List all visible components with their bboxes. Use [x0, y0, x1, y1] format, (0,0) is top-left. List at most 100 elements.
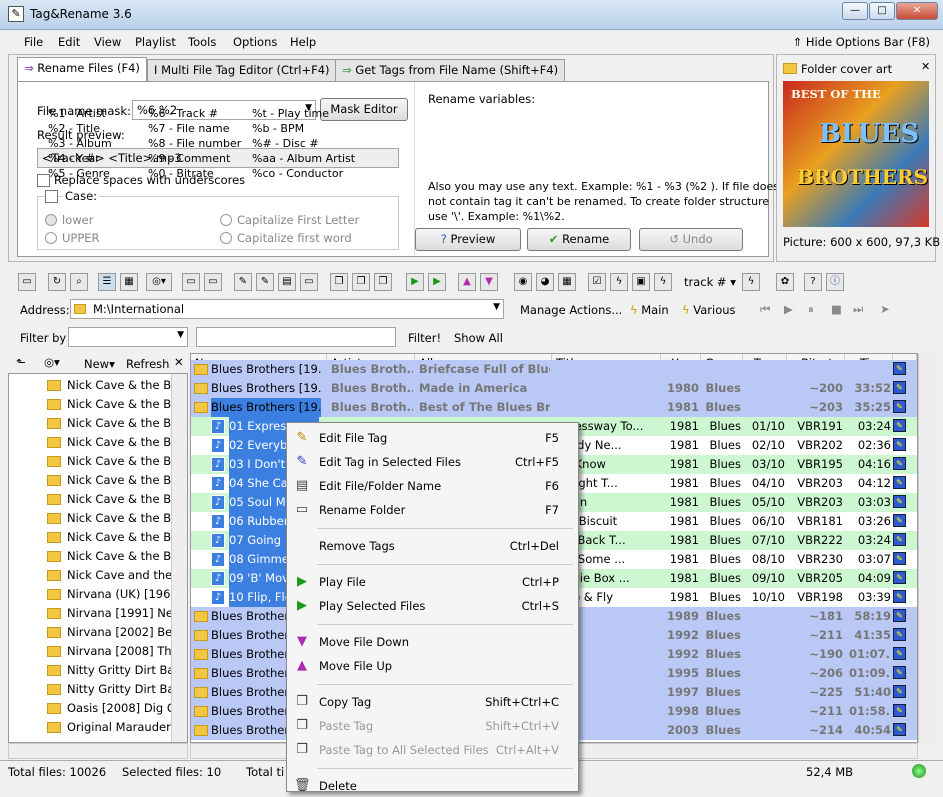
maximize-button[interactable]: □ [869, 2, 895, 20]
context-menu-item[interactable]: ✎ Edit File Tag F5 [288, 427, 577, 449]
menu-tools[interactable]: Tools [188, 35, 216, 49]
tab-rename-files[interactable]: ⇒ Rename Files (F4) [17, 57, 147, 81]
close-icon[interactable]: ✕ [921, 60, 930, 73]
close-icon[interactable]: ✕ [174, 355, 184, 369]
tree-folder-item[interactable]: Oasis [2008] Dig Ou [67, 701, 171, 720]
context-menu-item[interactable]: ✎ Edit Tag in Selected Files Ctrl+F5 [288, 451, 577, 473]
calculator-icon[interactable]: ▦ [558, 273, 576, 291]
new-folder-icon[interactable]: ▭ [204, 273, 222, 291]
context-menu-item[interactable]: ▭ Rename Folder F7 [288, 499, 577, 521]
show-all-button[interactable]: Show All [454, 331, 503, 345]
refresh-icon[interactable]: ↻ [48, 273, 66, 291]
new-button[interactable]: New▾ [84, 357, 115, 371]
close-button[interactable]: ✕ [896, 2, 938, 20]
help-icon[interactable]: ? [804, 273, 822, 291]
menu-options[interactable]: Options [233, 35, 277, 49]
next-track-icon[interactable]: ⏭ [853, 302, 863, 317]
stop-icon[interactable]: ■ [831, 302, 842, 316]
open-folder-icon[interactable]: ▭ [18, 273, 36, 291]
play-icon[interactable]: ▶ [784, 302, 793, 316]
various-action-button[interactable]: ϟ Various [682, 303, 736, 317]
paste-all-icon[interactable]: ❐ [374, 273, 392, 291]
track-sort-dropdown[interactable]: track # ▾ [684, 275, 736, 289]
details-view-icon[interactable]: ☰ [98, 273, 116, 291]
cd-icon[interactable]: ◉ [514, 273, 532, 291]
pie-icon[interactable]: ◕ [536, 273, 554, 291]
context-menu-item[interactable]: ❐ Copy Tag Shift+Ctrl+C [288, 691, 577, 713]
context-menu-item[interactable]: 🗑 Delete [288, 775, 577, 797]
case-checkbox[interactable] [45, 190, 58, 203]
tree-folder-item[interactable]: Nick Cave & the Ba [67, 530, 171, 549]
tree-horizontal-scrollbar[interactable] [8, 743, 188, 759]
tree-folder-item[interactable]: Nirvana (UK) [1968] [67, 587, 171, 606]
lightning-icon[interactable]: ϟ [610, 273, 628, 291]
context-menu-item[interactable]: ▤ Edit File/Folder Name F6 [288, 475, 577, 497]
rename-icon[interactable]: ▤ [278, 273, 296, 291]
tab-multi-file-tag-editor[interactable]: Ⅰ Multi File Tag Editor (Ctrl+F4) [147, 59, 337, 81]
search-icon[interactable]: ⌕ [70, 273, 88, 291]
manage-actions-button[interactable]: Manage Actions... [520, 303, 622, 317]
tree-folder-item[interactable]: Nick Cave & the Ba [67, 473, 171, 492]
pencil-icon[interactable]: ✎ [234, 273, 252, 291]
mask-editor-button[interactable]: Mask Editor [320, 98, 408, 121]
filter-dropdown-icon[interactable]: ◎▾ [146, 273, 172, 291]
tree-folder-item[interactable]: Nick Cave & the Ba [67, 511, 171, 530]
tree-folder-item[interactable]: Nitty Gritty Dirt Ban [67, 682, 171, 701]
tree-folder-item[interactable]: Original Marauders [67, 720, 171, 739]
grid-view-icon[interactable]: ▦ [120, 273, 138, 291]
tree-folder-item[interactable]: Nick Cave & the Ba [67, 549, 171, 568]
hide-options-button[interactable]: ⇑ Hide Options Bar (F8) [793, 35, 930, 49]
context-menu-item[interactable]: ❐ Paste Tag to All Selected Files Ctrl+Alt… [288, 739, 577, 761]
menu-help[interactable]: Help [290, 35, 316, 49]
tree-scrollbar[interactable] [171, 374, 187, 742]
pencil-multi-icon[interactable]: ✎ [256, 273, 274, 291]
filter-dropdown-icon[interactable]: ◎▾ [44, 355, 60, 369]
tree-folder-item[interactable]: Nick Cave and the B [67, 568, 171, 587]
play-selected-icon[interactable]: ▶ [428, 273, 446, 291]
folder-up-icon[interactable]: ▭ [182, 273, 200, 291]
play-icon[interactable]: ▶ [406, 273, 424, 291]
context-menu-item[interactable]: Remove Tags Ctrl+Del [288, 535, 577, 557]
tree-folder-item[interactable]: Nirvana [1991] Neve [67, 606, 171, 625]
auto-number-icon[interactable]: ϟ [742, 273, 760, 291]
rename-folder-icon[interactable]: ▭ [300, 273, 318, 291]
minimize-button[interactable]: — [842, 2, 868, 20]
copy-icon[interactable]: ❐ [330, 273, 348, 291]
case-capitalize-first-letter-radio[interactable] [220, 214, 232, 226]
preview-button[interactable]: ? Preview [415, 228, 521, 251]
prev-track-icon[interactable]: ⏮ [760, 302, 770, 317]
list-vertical-scrollbar[interactable] [918, 353, 936, 743]
context-menu-item[interactable]: ❐ Paste Tag Shift+Ctrl+V [288, 715, 577, 737]
address-input[interactable]: M:\International ▼ [70, 299, 504, 319]
refresh-button[interactable]: Refresh [126, 357, 169, 371]
context-menu-item[interactable]: ▶ Play Selected Files Ctrl+S [288, 595, 577, 617]
filter-input[interactable] [196, 327, 396, 347]
context-menu-item[interactable]: ▶ Play File Ctrl+P [288, 571, 577, 593]
undo-button[interactable]: ↺ Undo [639, 228, 743, 251]
table-row[interactable]: Blues Brothers [19... Blues Broth... Best … [191, 398, 917, 417]
arrow-down-icon[interactable]: ▼ [480, 273, 498, 291]
case-upper-radio[interactable] [45, 232, 57, 244]
menu-view[interactable]: View [94, 35, 121, 49]
check-tag-icon[interactable]: ☑ [588, 273, 606, 291]
tree-folder-item[interactable]: Nirvana [2002] Best [67, 625, 171, 644]
table-row[interactable]: Blues Brothers [19... Blues Broth... Brief… [191, 360, 917, 379]
case-capitalize-first-word-radio[interactable] [220, 232, 232, 244]
lightning-multi-icon[interactable]: ϟ [654, 273, 672, 291]
menu-playlist[interactable]: Playlist [135, 35, 176, 49]
send-icon[interactable]: ➤ [880, 302, 890, 316]
context-menu-item[interactable]: ▲ Move File Up [288, 655, 577, 677]
context-menu-item[interactable]: ▼ Move File Down [288, 631, 577, 653]
tree-folder-item[interactable]: Nick Cave & the Ba [67, 378, 171, 397]
tree-folder-item[interactable]: Nick Cave & the Ba [67, 492, 171, 511]
info-icon[interactable]: ⓘ [826, 273, 844, 291]
windows-icon[interactable]: ▣ [632, 273, 650, 291]
arrow-up-icon[interactable]: ▲ [458, 273, 476, 291]
filter-button[interactable]: Filter! [408, 331, 441, 345]
tree-folder-item[interactable]: Nitty Gritty Dirt Ban [67, 663, 171, 682]
pause-icon[interactable]: ⏸ [808, 302, 814, 317]
tree-folder-item[interactable]: Nick Cave & the Ba [67, 416, 171, 435]
paste-icon[interactable]: ❐ [352, 273, 370, 291]
tree-folder-item[interactable]: Nick Cave & the Ba [67, 397, 171, 416]
rename-button[interactable]: ✔ Rename [527, 228, 631, 251]
